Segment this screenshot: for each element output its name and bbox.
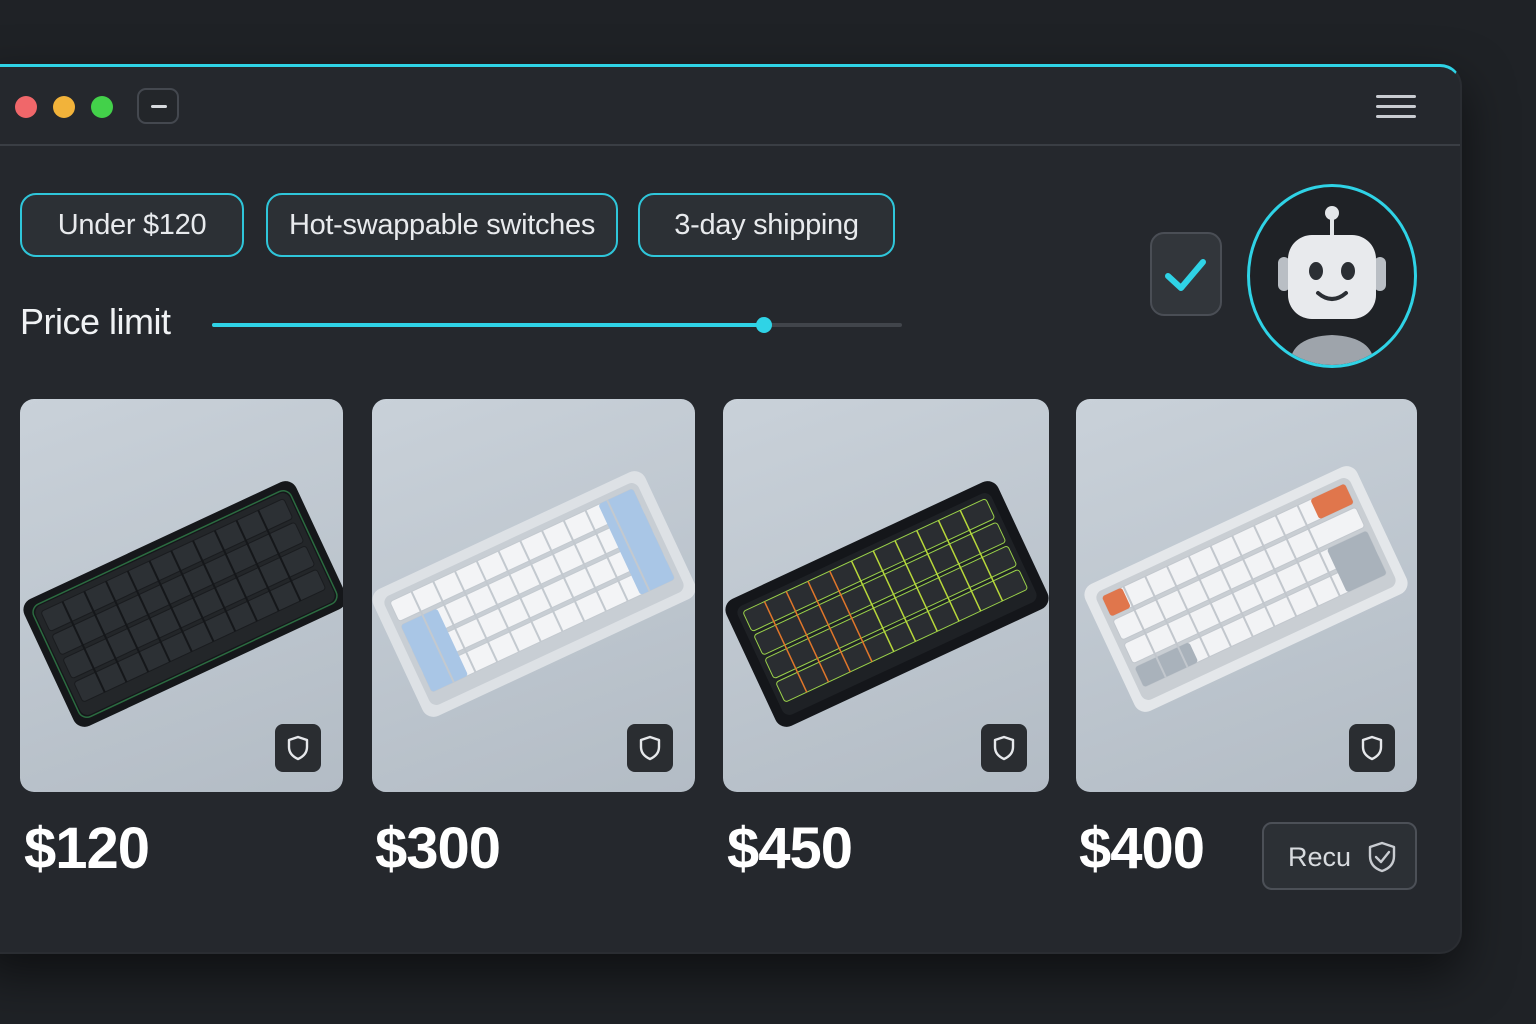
warranty-badge-button[interactable] [627, 724, 673, 772]
shield-icon [287, 735, 309, 761]
filter-chip-under-120[interactable]: Under $120 [20, 193, 244, 257]
minimize-window-button[interactable] [53, 96, 75, 118]
hamburger-menu-icon[interactable] [1376, 95, 1416, 119]
price-slider-thumb[interactable] [756, 317, 772, 333]
price-slider[interactable] [212, 317, 902, 333]
filter-chip-shipping[interactable]: 3-day shipping [638, 193, 895, 257]
product-price: $450 [727, 816, 853, 881]
collapse-button[interactable] [137, 88, 179, 124]
app-window: Under $120 Hot-swappable switches 3-day … [0, 64, 1462, 954]
warranty-badge-button[interactable] [275, 724, 321, 772]
recommend-button[interactable]: Recu [1262, 822, 1417, 890]
title-bar [0, 67, 1460, 146]
shield-icon [993, 735, 1015, 761]
warranty-badge-button[interactable] [1349, 724, 1395, 772]
close-button[interactable] [15, 96, 37, 118]
minus-icon [151, 105, 167, 108]
robot-icon [1278, 206, 1386, 365]
product-card[interactable] [723, 399, 1049, 792]
assistant-avatar[interactable] [1247, 184, 1417, 368]
shield-check-icon [1368, 841, 1396, 873]
product-card[interactable] [372, 399, 695, 792]
product-card[interactable] [20, 399, 343, 792]
price-slider-fill [212, 323, 764, 327]
shield-icon [639, 735, 661, 761]
product-price: $120 [24, 816, 150, 881]
maximize-button[interactable] [91, 96, 113, 118]
product-price: $300 [375, 816, 501, 881]
shield-icon [1361, 735, 1383, 761]
product-price: $400 [1079, 816, 1205, 881]
product-card[interactable] [1076, 399, 1417, 792]
warranty-badge-button[interactable] [981, 724, 1027, 772]
price-limit-label: Price limit [20, 301, 171, 342]
check-icon [1165, 259, 1206, 291]
recommend-button-label: Recu [1288, 842, 1352, 872]
confirm-button[interactable] [1150, 232, 1222, 316]
filter-chip-hot-swappable[interactable]: Hot-swappable switches [266, 193, 618, 257]
